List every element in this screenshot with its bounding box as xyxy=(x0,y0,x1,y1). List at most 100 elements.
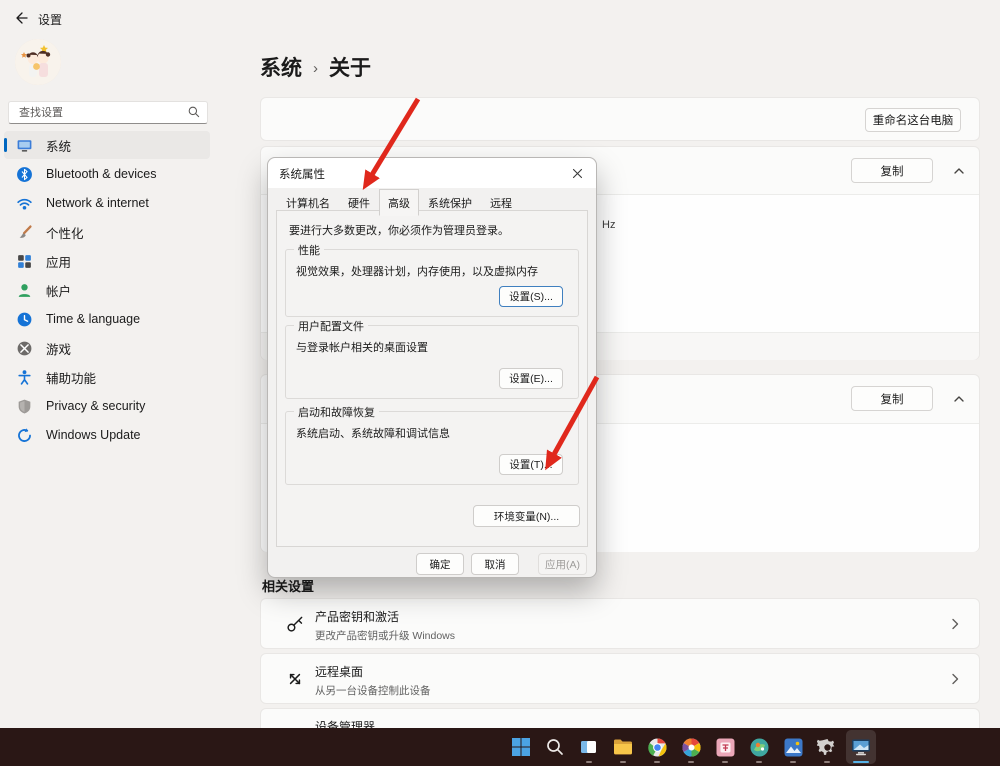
chevron-up-icon[interactable] xyxy=(951,391,967,407)
group-description: 与登录帐户相关的桌面设置 xyxy=(296,339,428,355)
environment-variables-button[interactable]: 环境变量(N)... xyxy=(473,505,580,527)
app-titlebar: 设置 xyxy=(0,0,242,34)
accounts-person-icon xyxy=(16,282,33,299)
related-row-remote-desktop[interactable]: 远程桌面 从另一台设备控制此设备 xyxy=(260,653,980,704)
start-button[interactable] xyxy=(506,730,536,764)
system-properties-dialog: 系统属性 计算机名 硬件 高级 系统保护 远程 要进行大多数更改，你必须作为管理… xyxy=(267,157,597,578)
sidebar-item-label: 系统 xyxy=(46,136,71,155)
sidebar-item-label: Windows Update xyxy=(46,428,141,442)
back-icon[interactable] xyxy=(12,9,30,27)
related-row-subtitle: 从另一台设备控制此设备 xyxy=(315,683,431,698)
display-icon xyxy=(16,137,33,154)
sidebar-item-windows-update[interactable]: Windows Update xyxy=(4,421,210,449)
sidebar-item-label: 应用 xyxy=(46,252,71,271)
ok-button[interactable]: 确定 xyxy=(416,553,464,575)
search-icon[interactable] xyxy=(187,105,201,124)
sidebar: 系统 Bluetooth & devices Network & interne… xyxy=(4,131,210,450)
running-indicator xyxy=(586,761,592,764)
sidebar-item-accessibility[interactable]: 辅助功能 xyxy=(4,363,210,391)
related-row-text: 产品密钥和激活 更改产品密钥或升级 Windows xyxy=(315,608,455,643)
task-view-icon xyxy=(579,737,599,757)
startup-recovery-settings-button[interactable]: 设置(T)... xyxy=(499,454,563,475)
pink-app-button[interactable] xyxy=(710,730,740,764)
system-properties-taskbar-button[interactable] xyxy=(846,730,876,764)
gear-icon xyxy=(817,737,838,758)
sidebar-item-network-internet[interactable]: Network & internet xyxy=(4,189,210,217)
close-icon[interactable] xyxy=(569,165,586,182)
related-row-product-key[interactable]: 产品密钥和激活 更改产品密钥或升级 Windows xyxy=(260,598,980,649)
sidebar-item-accounts[interactable]: 帐户 xyxy=(4,276,210,304)
page-title: 关于 xyxy=(329,52,371,82)
performance-settings-button[interactable]: 设置(S)... xyxy=(499,286,563,307)
dialog-title: 系统属性 xyxy=(279,166,325,182)
file-explorer-button[interactable] xyxy=(608,730,638,764)
selected-accent-bar xyxy=(4,138,7,152)
sidebar-item-label: Network & internet xyxy=(46,196,149,210)
sidebar-item-label: 帐户 xyxy=(46,281,71,300)
running-indicator xyxy=(722,761,728,764)
bluetooth-icon xyxy=(16,166,33,183)
windows-update-icon xyxy=(16,427,33,444)
photos-button[interactable] xyxy=(778,730,808,764)
user-profiles-group: 用户配置文件 与登录帐户相关的桌面设置 设置(E)... xyxy=(285,325,579,399)
sidebar-item-time-language[interactable]: Time & language xyxy=(4,305,210,333)
art-app-button[interactable] xyxy=(744,730,774,764)
group-label: 启动和故障恢复 xyxy=(294,404,379,420)
chevron-right-icon xyxy=(947,671,963,687)
art-app-icon xyxy=(749,737,770,758)
pink-app-icon xyxy=(715,737,736,758)
rename-pc-button[interactable]: 重命名这台电脑 xyxy=(865,108,961,132)
chevron-up-icon[interactable] xyxy=(951,163,967,179)
running-indicator xyxy=(688,761,694,764)
search-taskbar-button[interactable] xyxy=(540,730,570,764)
taskbar xyxy=(0,728,1000,766)
related-row-title: 远程桌面 xyxy=(315,663,431,680)
sidebar-item-label: Time & language xyxy=(46,312,140,326)
sidebar-item-personalization[interactable]: 个性化 xyxy=(4,218,210,246)
apps-icon xyxy=(16,253,33,270)
sidebar-item-label: 辅助功能 xyxy=(46,368,96,387)
system-window-icon xyxy=(850,736,872,758)
settings-taskbar-button[interactable] xyxy=(812,730,842,764)
sidebar-item-gaming[interactable]: 游戏 xyxy=(4,334,210,362)
sidebar-item-bluetooth-devices[interactable]: Bluetooth & devices xyxy=(4,160,210,188)
task-view-button[interactable] xyxy=(574,730,604,764)
time-language-icon xyxy=(16,311,33,328)
apply-button: 应用(A) xyxy=(538,553,587,575)
copy-button[interactable]: 复制 xyxy=(851,158,933,183)
related-row-subtitle: 更改产品密钥或升级 Windows xyxy=(315,628,455,643)
sidebar-item-apps[interactable]: 应用 xyxy=(4,247,210,275)
search-input[interactable] xyxy=(17,103,181,122)
privacy-shield-icon xyxy=(16,398,33,415)
sidebar-item-label: 个性化 xyxy=(46,223,84,242)
sidebar-item-system[interactable]: 系统 xyxy=(4,131,210,159)
user-profiles-settings-button[interactable]: 设置(E)... xyxy=(499,368,563,389)
breadcrumb-root[interactable]: 系统 xyxy=(260,52,302,82)
related-row-text: 远程桌面 从另一台设备控制此设备 xyxy=(315,663,431,698)
search-icon xyxy=(545,737,565,757)
chrome-button[interactable] xyxy=(642,730,672,764)
avatar[interactable] xyxy=(15,39,61,85)
running-indicator xyxy=(756,761,762,764)
device-name-card: 重命名这台电脑 xyxy=(260,97,980,141)
group-description: 视觉效果，处理器计划，内存使用，以及虚拟内存 xyxy=(296,263,538,279)
color-wheel-browser-button[interactable] xyxy=(676,730,706,764)
running-indicator xyxy=(654,761,660,764)
related-row-title: 产品密钥和激活 xyxy=(315,608,455,625)
performance-group: 性能 视觉效果，处理器计划，内存使用，以及虚拟内存 设置(S)... xyxy=(285,249,579,317)
windows-logo-icon xyxy=(510,736,532,758)
running-indicator xyxy=(824,761,830,764)
tab-advanced[interactable]: 高级 xyxy=(379,189,419,216)
accessibility-icon xyxy=(16,369,33,386)
search-box xyxy=(8,101,208,124)
sidebar-item-privacy-security[interactable]: Privacy & security xyxy=(4,392,210,420)
dialog-titlebar[interactable]: 系统属性 xyxy=(268,158,596,188)
cancel-button[interactable]: 取消 xyxy=(471,553,519,575)
related-settings-heading: 相关设置 xyxy=(262,576,314,595)
chevron-right-icon xyxy=(947,616,963,632)
copy-button[interactable]: 复制 xyxy=(851,386,933,411)
admin-notice-text: 要进行大多数更改，你必须作为管理员登录。 xyxy=(289,222,509,238)
running-indicator xyxy=(790,761,796,764)
wifi-icon xyxy=(16,195,33,212)
taskbar-icons xyxy=(506,730,876,764)
